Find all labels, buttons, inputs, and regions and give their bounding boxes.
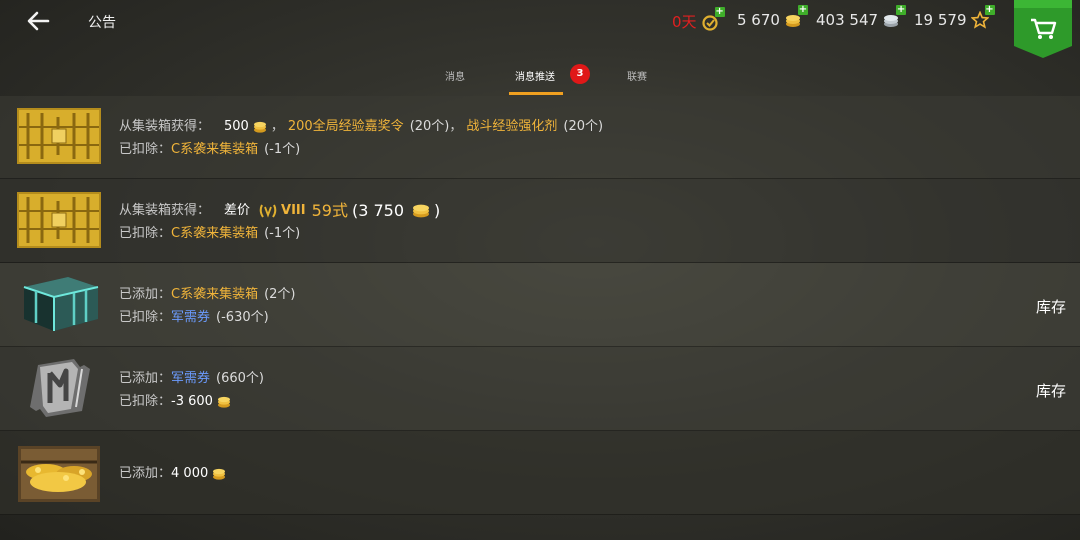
- free-xp-star-icon: +: [969, 5, 995, 29]
- item-name[interactable]: 军需券: [171, 306, 210, 329]
- free-xp-value: 19 579: [914, 11, 967, 29]
- gold-value: 5 670: [737, 11, 780, 29]
- obtained-label: 从集装箱获得：: [119, 119, 211, 134]
- deducted-label: 已扣除：: [119, 310, 172, 325]
- tab-push-messages[interactable]: 消息推送: [515, 68, 555, 83]
- inventory-button[interactable]: 库存: [1036, 380, 1066, 401]
- message-row: 已添加： C系袭来集装箱 (2个) 已扣除： 军需券 (-630个) 库存: [0, 263, 1080, 347]
- item-name[interactable]: 200全局经验嘉奖令: [288, 115, 404, 138]
- add-credits-icon[interactable]: +: [896, 5, 907, 15]
- tier-wreath-icon: [259, 204, 277, 218]
- message-line: 已扣除： 军需券 (-630个): [119, 306, 296, 329]
- item-quantity: (2个): [264, 287, 296, 302]
- shop-cart-button[interactable]: [1014, 0, 1072, 58]
- page-title: 公告: [88, 15, 116, 31]
- deducted-label: 已扣除：: [119, 226, 172, 241]
- add-free-xp-icon[interactable]: +: [984, 5, 995, 15]
- message-row: 已添加： 4 000: [0, 431, 1080, 515]
- message-row: 已添加： 军需券 (660个) 已扣除： -3 600 库存: [0, 347, 1080, 431]
- added-label: 已添加：: [119, 287, 172, 302]
- premium-account-icon: +: [701, 6, 725, 31]
- item-quantity: (20个): [409, 119, 450, 134]
- message-line: 已扣除： C系袭来集装箱 (-1个): [119, 138, 603, 161]
- back-arrow-icon[interactable]: [22, 6, 54, 36]
- tank-name[interactable]: 59式: [312, 199, 348, 222]
- message-line: 已扣除： C系袭来集装箱 (-1个): [119, 222, 440, 245]
- tab-messages[interactable]: 消息: [445, 68, 465, 83]
- ticket-icon: [30, 359, 90, 417]
- message-text: 已添加： 军需券 (660个) 已扣除： -3 600: [119, 367, 264, 413]
- gold-coin-icon: [217, 396, 230, 408]
- message-row: 从集装箱获得： 差价 VIII 59式 (3 750 ) 已扣除： C系袭来集装…: [0, 179, 1080, 263]
- item-quantity: (-1个): [264, 226, 301, 241]
- free-xp-counter[interactable]: 19 579 +: [914, 5, 995, 29]
- item-name[interactable]: C系袭来集装箱: [171, 138, 258, 161]
- inventory-button[interactable]: 库存: [1036, 296, 1066, 317]
- message-line: 已添加： C系袭来集装箱 (2个): [119, 283, 296, 306]
- teal-container-icon: [23, 277, 99, 331]
- item-quantity: (20个): [563, 119, 604, 134]
- item-quantity: (-630个): [216, 310, 269, 325]
- message-text: 已添加： C系袭来集装箱 (2个) 已扣除： 军需券 (-630个): [119, 283, 296, 329]
- gold-amount: 500: [224, 119, 249, 134]
- message-line: 已添加： 4 000: [119, 462, 230, 485]
- item-name[interactable]: C系袭来集装箱: [171, 222, 258, 245]
- credits-value: 403 547: [816, 11, 879, 29]
- message-text: 已添加： 4 000: [119, 462, 230, 485]
- silver-coins-icon: +: [882, 5, 907, 29]
- unread-count-badge: 3: [570, 64, 590, 84]
- tab-bar: 消息 消息推送 联赛: [0, 58, 1080, 96]
- gold-chest-icon: [18, 446, 100, 502]
- premium-days-value: 0天: [672, 13, 697, 31]
- message-line: 从集装箱获得： 500 ， 200全局经验嘉奖令 (20个) ， 战斗经验强化剂…: [119, 115, 603, 138]
- golden-container-icon: [17, 108, 101, 164]
- gold-coin-icon: [413, 204, 430, 217]
- message-text: 从集装箱获得： 差价 VIII 59式 (3 750 ) 已扣除： C系袭来集装…: [119, 199, 440, 245]
- top-bar: 公告 0天 + 5 670 + 403 547 + 19 579 +: [0, 0, 1080, 58]
- credits-counter[interactable]: 403 547 +: [816, 5, 907, 29]
- deducted-label: 已扣除：: [119, 394, 172, 409]
- deducted-label: 已扣除：: [119, 142, 172, 157]
- gold-coin-icon: [253, 121, 266, 133]
- tank-tier: VIII: [281, 203, 306, 218]
- gold-coins-icon: +: [784, 5, 808, 29]
- item-name[interactable]: 军需券: [171, 367, 210, 390]
- tab-league[interactable]: 联赛: [627, 68, 647, 83]
- add-premium-icon[interactable]: +: [714, 6, 725, 17]
- separator: ，: [449, 119, 463, 134]
- item-name[interactable]: C系袭来集装箱: [171, 283, 258, 306]
- separator: ，: [270, 119, 284, 134]
- golden-container-icon: [17, 192, 101, 248]
- message-text: 从集装箱获得： 500 ， 200全局经验嘉奖令 (20个) ， 战斗经验强化剂…: [119, 115, 603, 161]
- compensation-amount: (3 750: [351, 201, 405, 220]
- gold-amount: -3 600: [171, 394, 213, 409]
- gold-coin-icon: [213, 468, 226, 480]
- message-line: 已扣除： -3 600: [119, 390, 264, 413]
- obtained-label: 从集装箱获得：: [119, 203, 211, 218]
- item-name[interactable]: 战斗经验强化剂: [466, 115, 557, 138]
- premium-days-counter[interactable]: 0天 +: [672, 6, 725, 32]
- added-label: 已添加：: [119, 466, 172, 481]
- compensation-label: 差价: [224, 203, 251, 218]
- closing-bracket: ): [434, 201, 441, 220]
- item-quantity: (-1个): [264, 142, 301, 157]
- message-line: 已添加： 军需券 (660个): [119, 367, 264, 390]
- message-line: 从集装箱获得： 差价 VIII 59式 (3 750 ): [119, 199, 440, 222]
- item-quantity: (660个): [216, 371, 264, 386]
- added-label: 已添加：: [119, 371, 172, 386]
- add-gold-icon[interactable]: +: [797, 5, 808, 15]
- message-row: 从集装箱获得： 500 ， 200全局经验嘉奖令 (20个) ， 战斗经验强化剂…: [0, 96, 1080, 179]
- gold-counter[interactable]: 5 670 +: [737, 5, 808, 29]
- active-tab-indicator: [509, 92, 563, 95]
- gold-amount: 4 000: [171, 466, 209, 481]
